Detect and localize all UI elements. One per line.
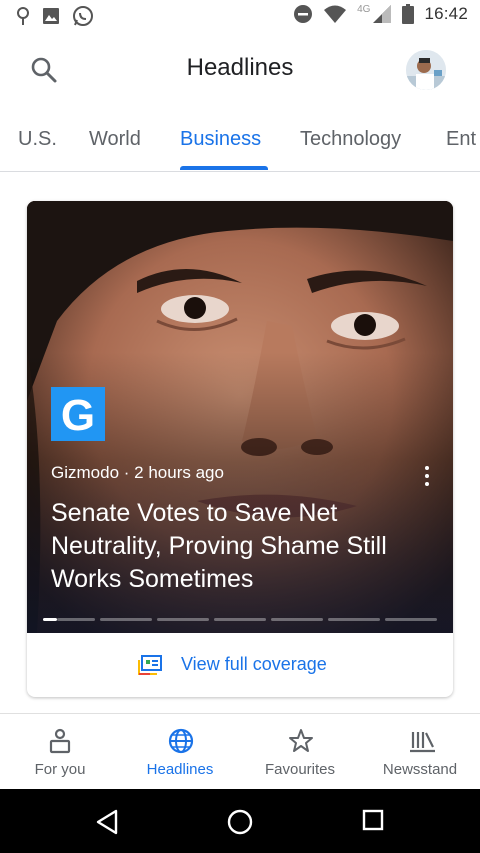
story-hero-image[interactable]: G Gizmodo · 2 hours ago Senate Votes to … (27, 201, 453, 633)
carousel-dot (214, 618, 266, 621)
for-you-icon (49, 728, 71, 754)
globe-icon (168, 728, 194, 754)
source-name: Gizmodo (51, 463, 120, 482)
nav-favourites[interactable]: Favourites (240, 714, 360, 790)
carousel-dot-active (43, 618, 57, 621)
carousel-dot (328, 618, 380, 621)
profile-avatar[interactable] (406, 50, 446, 90)
nav-headlines[interactable]: Headlines (120, 714, 240, 790)
more-vert-icon (417, 466, 437, 486)
source-logo: G (51, 387, 105, 441)
more-options-button[interactable] (417, 463, 437, 489)
story-meta: Gizmodo · 2 hours ago (51, 463, 224, 483)
carousel-dot (271, 618, 323, 621)
carousel-dot (385, 618, 437, 621)
star-icon (289, 729, 313, 752)
tab-world[interactable]: World (89, 128, 141, 151)
signal-icon (373, 5, 392, 23)
top-app-bar: Headlines (0, 34, 480, 106)
view-full-coverage-label: View full coverage (181, 654, 327, 674)
back-icon[interactable] (95, 809, 119, 835)
carousel-dot (57, 618, 95, 621)
story-card[interactable]: G Gizmodo · 2 hours ago Senate Votes to … (27, 201, 453, 697)
recents-icon[interactable] (362, 809, 384, 831)
story-time: 2 hours ago (134, 463, 224, 482)
home-icon[interactable] (227, 809, 253, 835)
wifi-icon (324, 5, 347, 23)
view-full-coverage-button[interactable]: View full coverage (27, 633, 453, 697)
bottom-navigation: For you Headlines Favourites Newsstand (0, 713, 480, 789)
tab-technology[interactable]: Technology (300, 128, 401, 151)
nav-newsstand[interactable]: Newsstand (360, 714, 480, 790)
tab-business[interactable]: Business (180, 128, 261, 151)
story-headline[interactable]: Senate Votes to Save Net Neutrality, Pro… (51, 497, 441, 596)
location-icon (17, 7, 29, 25)
tab-us[interactable]: U.S. (18, 128, 57, 151)
meta-separator: · (123, 463, 130, 482)
image-icon (43, 8, 59, 24)
active-tab-indicator (180, 166, 268, 170)
carousel-dot (100, 618, 152, 621)
network-type-label: 4G (357, 3, 371, 15)
carousel-dot (157, 618, 209, 621)
system-navigation-bar (0, 789, 480, 853)
newsstand-icon (410, 732, 435, 753)
clock: 16:42 (424, 4, 468, 23)
tab-entertainment[interactable]: Ent (446, 128, 476, 151)
do-not-disturb-icon (294, 5, 313, 23)
section-tabs: U.S. World Business Technology Ent (0, 118, 480, 172)
nav-for-you[interactable]: For you (0, 714, 120, 790)
battery-icon (402, 4, 415, 24)
carousel-indicator (43, 618, 437, 621)
full-coverage-icon (138, 655, 162, 675)
whatsapp-icon (73, 6, 93, 26)
avatar-image (406, 50, 446, 90)
status-bar: 4G 16:42 (0, 0, 480, 34)
